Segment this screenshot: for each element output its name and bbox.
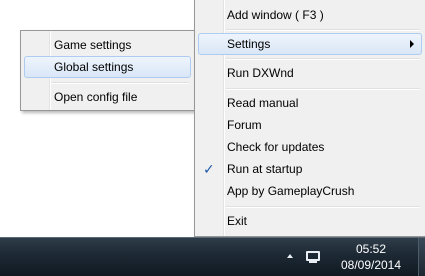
menu-item-label: Open config file xyxy=(54,90,138,104)
submenu-arrow-icon xyxy=(410,40,414,48)
menu-item-open-config-file[interactable]: Open config file xyxy=(24,86,191,108)
clock-time: 05:52 xyxy=(355,242,387,256)
menu-separator xyxy=(226,206,420,208)
menu-separator xyxy=(226,58,420,60)
menu-item-label: App by GameplayCrush xyxy=(227,184,355,198)
menu-item-global-settings[interactable]: Global settings xyxy=(24,56,191,78)
show-desktop-button[interactable] xyxy=(418,238,425,276)
menu-item-label: Run DXWnd xyxy=(227,66,294,80)
taskbar: 05:52 08/09/2014 xyxy=(0,237,425,276)
menu-item-label: Global settings xyxy=(54,60,134,74)
menu-separator xyxy=(51,82,189,84)
menu-item-label: Forum xyxy=(227,118,262,132)
menu-item-label: Game settings xyxy=(54,38,132,52)
menu-item-run-at-startup[interactable]: ✓ Run at startup xyxy=(198,158,422,180)
menu-item-label: Settings xyxy=(227,37,271,51)
clock-date: 08/09/2014 xyxy=(340,258,402,272)
menu-item-label: Check for updates xyxy=(227,140,325,154)
menu-item-game-settings[interactable]: Game settings xyxy=(24,34,191,56)
menu-item-label: Add window ( F3 ) xyxy=(227,8,324,22)
menu-item-label: Read manual xyxy=(227,96,299,110)
network-monitor-stand xyxy=(309,261,317,263)
tray-context-menu: Add window ( F3 ) Settings Run DXWnd Rea… xyxy=(194,0,425,237)
menu-item-app-by[interactable]: App by GameplayCrush xyxy=(198,180,422,202)
menu-item-label: Exit xyxy=(227,214,248,228)
menu-item-run-dxwnd[interactable]: Run DXWnd xyxy=(198,62,422,84)
network-monitor-icon[interactable] xyxy=(306,251,320,261)
menu-item-settings[interactable]: Settings xyxy=(198,33,422,55)
show-hidden-icons-arrow-icon[interactable] xyxy=(287,254,293,258)
menu-item-forum[interactable]: Forum xyxy=(198,114,422,136)
menu-item-check-for-updates[interactable]: Check for updates xyxy=(198,136,422,158)
settings-submenu: Game settings Global settings Open confi… xyxy=(20,30,195,111)
menu-separator xyxy=(226,88,420,90)
menu-item-label: Run at startup xyxy=(227,162,303,176)
menu-item-add-window[interactable]: Add window ( F3 ) xyxy=(198,4,422,26)
check-icon: ✓ xyxy=(203,161,215,177)
menu-item-read-manual[interactable]: Read manual xyxy=(198,92,422,114)
tray-clock[interactable]: 05:52 08/09/2014 xyxy=(330,241,412,273)
menu-item-exit[interactable]: Exit xyxy=(198,210,422,232)
menu-separator xyxy=(226,29,420,31)
